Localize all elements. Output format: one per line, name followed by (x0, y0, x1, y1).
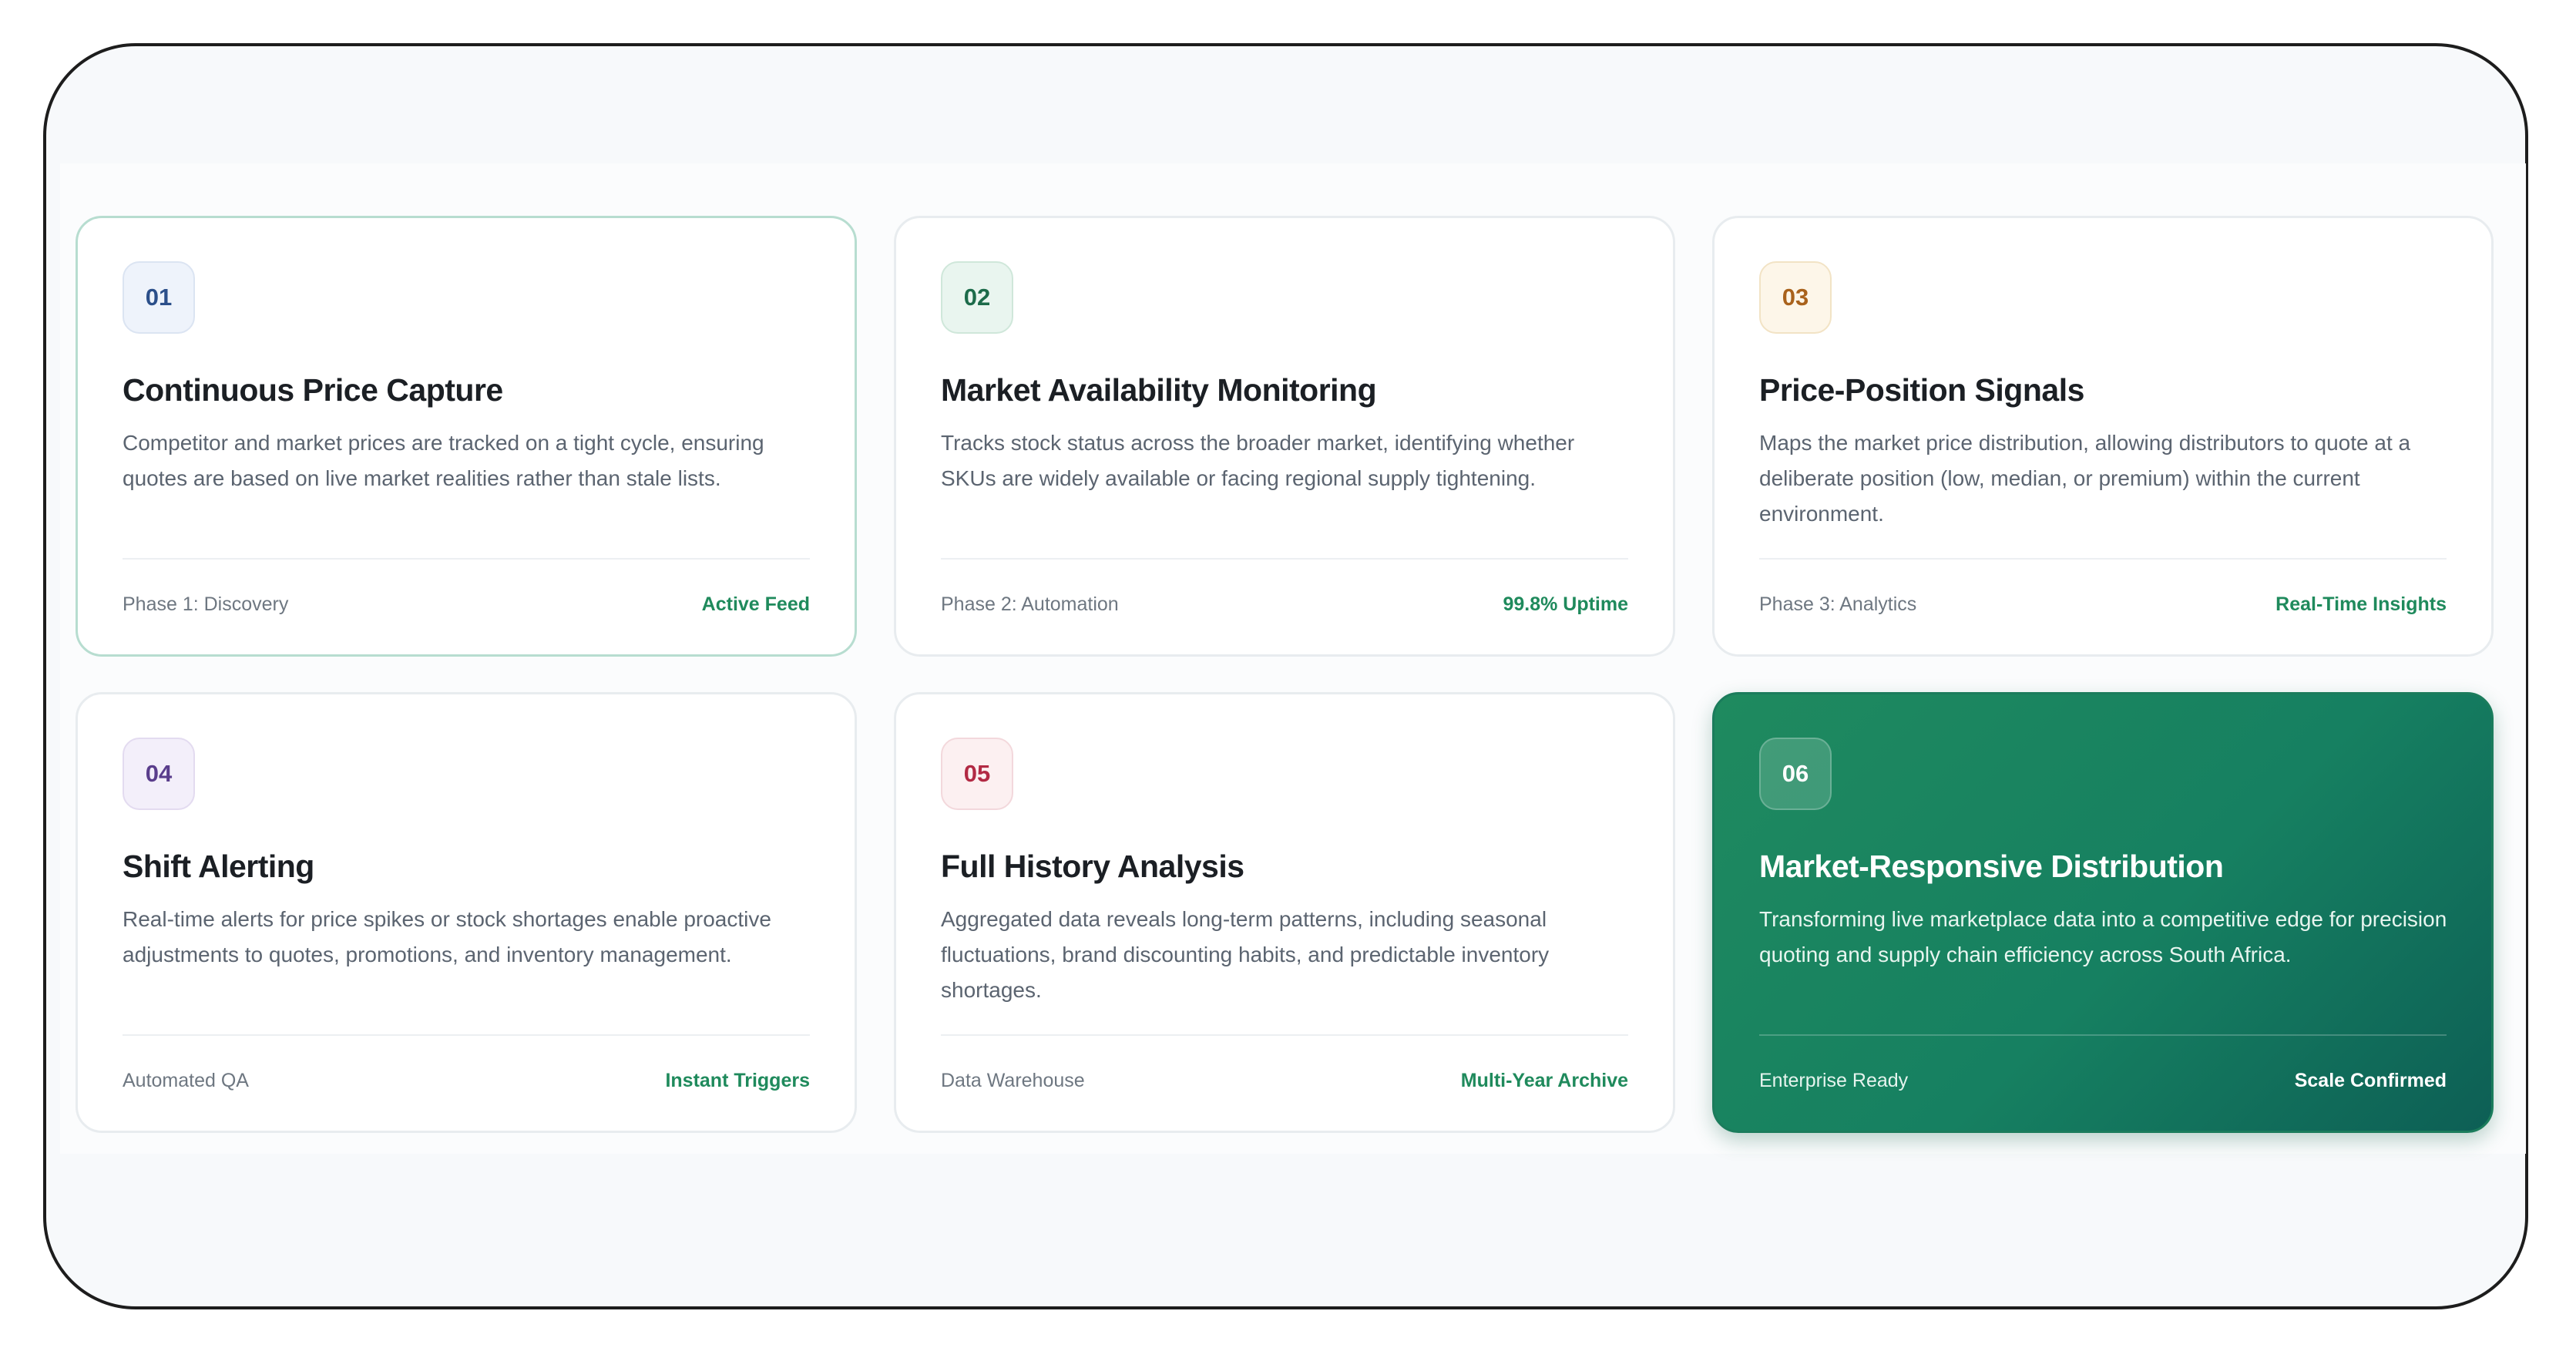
card-footer: Automated QA Instant Triggers (123, 1034, 810, 1131)
card-title: Shift Alerting (123, 849, 314, 884)
phase-label: Data Warehouse (941, 1070, 1085, 1091)
status-label: Active Feed (701, 593, 810, 615)
feature-card-price-position[interactable]: 03 Price-Position Signals Maps the marke… (1712, 216, 2494, 657)
card-description: Aggregated data reveals long-term patter… (941, 907, 1550, 1002)
status-label: Scale Confirmed (2294, 1070, 2447, 1091)
feature-card-market-responsive-distribution[interactable]: 06 Market-Responsive Distribution Transf… (1712, 692, 2494, 1133)
card-title: Market-Responsive Distribution (1759, 849, 2224, 884)
step-number-badge: 01 (123, 261, 195, 334)
feature-card-availability-monitoring[interactable]: 02 Market Availability Monitoring Tracks… (894, 216, 1675, 657)
phase-label: Automated QA (123, 1070, 249, 1091)
step-number-badge: 02 (941, 261, 1013, 334)
card-title: Continuous Price Capture (123, 372, 503, 408)
phase-label: Phase 1: Discovery (123, 593, 289, 615)
step-number-badge: 04 (123, 738, 195, 810)
feature-grid: 01 Continuous Price Capture Competitor a… (76, 216, 2494, 1133)
step-number-badge: 06 (1759, 738, 1832, 810)
card-footer: Phase 2: Automation 99.8% Uptime (941, 558, 1628, 654)
feature-card-history-analysis[interactable]: 05 Full History Analysis Aggregated data… (894, 692, 1675, 1133)
card-description: Real-time alerts for price spikes or sto… (123, 907, 771, 966)
phase-label: Enterprise Ready (1759, 1070, 1909, 1091)
step-number-badge: 03 (1759, 261, 1832, 334)
status-label: 99.8% Uptime (1503, 593, 1628, 615)
card-description: Maps the market price distribution, allo… (1759, 431, 2411, 526)
card-footer: Enterprise Ready Scale Confirmed (1759, 1034, 2447, 1131)
card-footer: Data Warehouse Multi-Year Archive (941, 1034, 1628, 1131)
card-title: Market Availability Monitoring (941, 372, 1377, 408)
card-description: Competitor and market prices are tracked… (123, 431, 764, 490)
phase-label: Phase 2: Automation (941, 593, 1119, 615)
feature-card-price-capture[interactable]: 01 Continuous Price Capture Competitor a… (76, 216, 857, 657)
card-description: Tracks stock status across the broader m… (941, 431, 1575, 490)
status-label: Real-Time Insights (2275, 593, 2447, 615)
card-description: Transforming live marketplace data into … (1759, 907, 2447, 966)
feature-card-shift-alerting[interactable]: 04 Shift Alerting Real-time alerts for p… (76, 692, 857, 1133)
status-label: Multi-Year Archive (1460, 1070, 1628, 1091)
card-footer: Phase 3: Analytics Real-Time Insights (1759, 558, 2447, 654)
status-label: Instant Triggers (665, 1070, 810, 1091)
card-footer: Phase 1: Discovery Active Feed (123, 558, 810, 654)
phase-label: Phase 3: Analytics (1759, 593, 1917, 615)
card-title: Price-Position Signals (1759, 372, 2084, 408)
card-title: Full History Analysis (941, 849, 1244, 884)
step-number-badge: 05 (941, 738, 1013, 810)
